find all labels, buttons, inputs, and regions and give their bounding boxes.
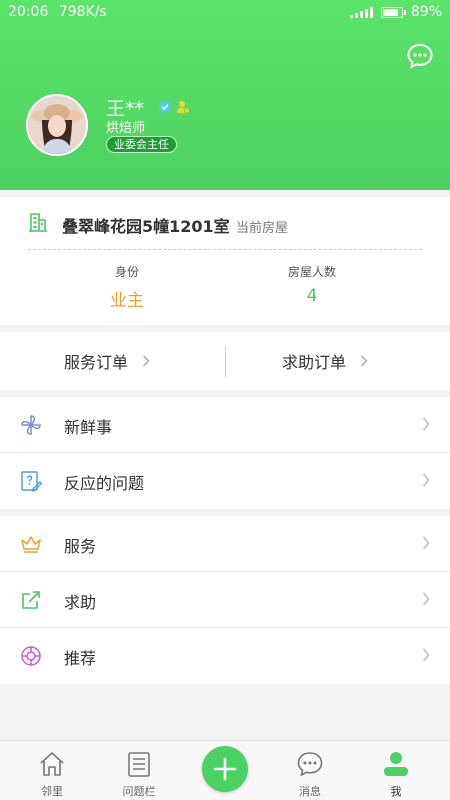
help-orders-label: 求助订单 [282,353,347,372]
person-icon [384,752,408,776]
service-orders-button[interactable]: 服务订单 [64,332,150,390]
service-orders-label: 服务订单 [64,353,129,372]
chevron-right-icon [422,536,430,550]
tab-me[interactable]: 我 [351,741,441,800]
profile-header: 20:06 798K/s 89% 王** 烘焙师 业委会主任 [0,0,450,190]
battery-percent: 89% [410,4,442,20]
home-icon [40,752,64,776]
tab-messages[interactable]: 消息 [265,741,355,800]
menu-label-recommend: 推荐 [64,649,97,668]
menu-item-recommend[interactable]: 推荐 [0,628,450,684]
household-count-value: 4 [306,286,318,306]
verified-badge-icon [158,99,172,114]
chevron-right-icon [422,473,430,487]
tab-label-neighbor: 邻里 [41,785,63,798]
status-net-speed: 798K/s [58,4,107,20]
chat-bubble-icon[interactable] [406,42,434,70]
signal-icon [349,6,373,18]
identity-value: 业主 [110,291,144,311]
menu-item-help[interactable]: 求助 [0,572,450,628]
status-time: 20:06 [8,4,49,20]
message-bubble-icon [297,752,323,777]
crown-icon [21,536,41,553]
menu-item-news[interactable]: 新鲜事 [0,397,450,453]
house-name: 叠翠峰花园5幢1201室 [62,217,230,236]
menu-label-help: 求助 [64,593,97,612]
building-icon [28,212,48,232]
menu-label-reported-issues: 反应的问题 [64,474,145,493]
pinwheel-icon [21,415,41,435]
divider [225,346,226,377]
role-badge: 业委会主任 [106,136,177,153]
tab-label-question-board: 问题栏 [122,785,156,798]
identity-stat: 身份 业主 [52,263,202,311]
identity-label: 身份 [114,265,139,279]
orders-bar: 服务订单 求助订单 [0,332,450,390]
chevron-right-icon [143,355,150,367]
user-title: 烘焙师 [106,121,146,136]
menu-group-activity: 新鲜事 反应的问题 [0,397,450,509]
clipboard-list-icon [128,752,150,777]
menu-group-services: 服务 求助 推荐 [0,516,450,684]
share-out-icon [22,591,40,609]
tab-neighbor[interactable]: 邻里 [7,741,97,800]
battery-icon [380,6,406,18]
question-edit-icon [21,471,42,492]
tab-label-me: 我 [390,785,402,798]
chevron-right-icon [422,592,430,606]
lifebuoy-icon [21,646,41,666]
menu-label-service: 服务 [64,537,97,556]
chevron-right-icon [361,355,368,367]
current-house-tag: 当前房屋 [236,221,289,236]
tab-label-messages: 消息 [299,785,321,798]
chevron-right-icon [422,648,430,662]
add-button[interactable] [202,746,248,792]
house-card[interactable]: 叠翠峰花园5幢1201室 当前房屋 身份 业主 房屋人数 4 [0,197,450,325]
owner-person-icon [176,99,190,114]
help-orders-button[interactable]: 求助订单 [282,332,368,390]
tab-question-board[interactable]: 问题栏 [94,741,184,800]
avatar[interactable] [26,94,88,156]
menu-item-reported-issues[interactable]: 反应的问题 [0,453,450,509]
household-count-stat: 房屋人数 4 [237,263,387,306]
divider [28,249,422,250]
menu-item-service[interactable]: 服务 [0,516,450,572]
plus-icon [213,757,237,781]
household-count-label: 房屋人数 [287,265,336,279]
status-bar: 20:06 798K/s 89% [0,0,450,26]
menu-label-news: 新鲜事 [64,418,113,437]
chevron-right-icon [422,417,430,431]
